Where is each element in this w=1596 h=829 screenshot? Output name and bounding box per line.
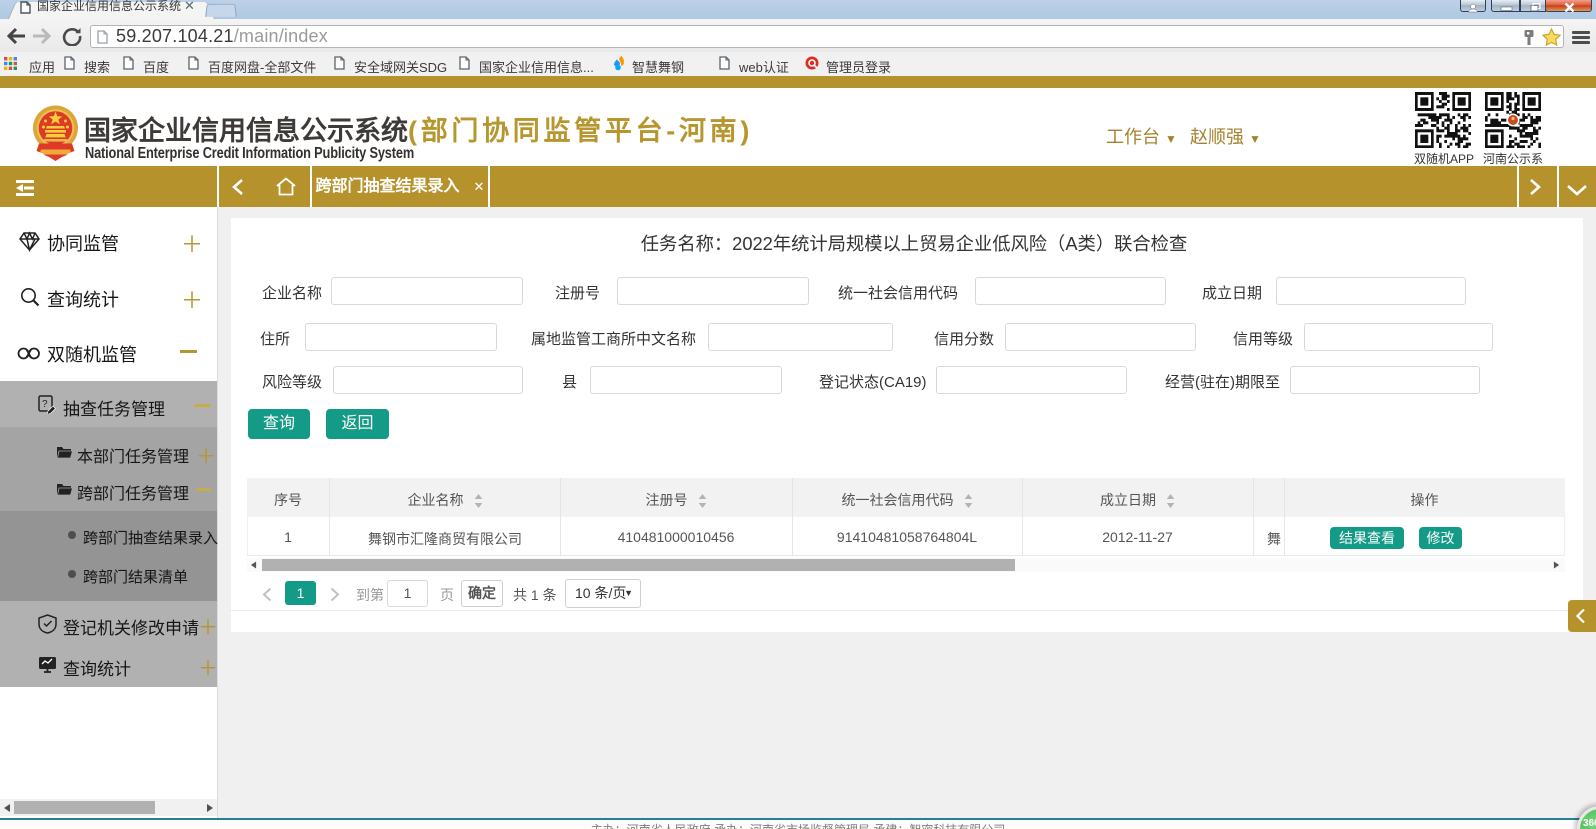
svg-text:?: ? — [42, 399, 48, 410]
